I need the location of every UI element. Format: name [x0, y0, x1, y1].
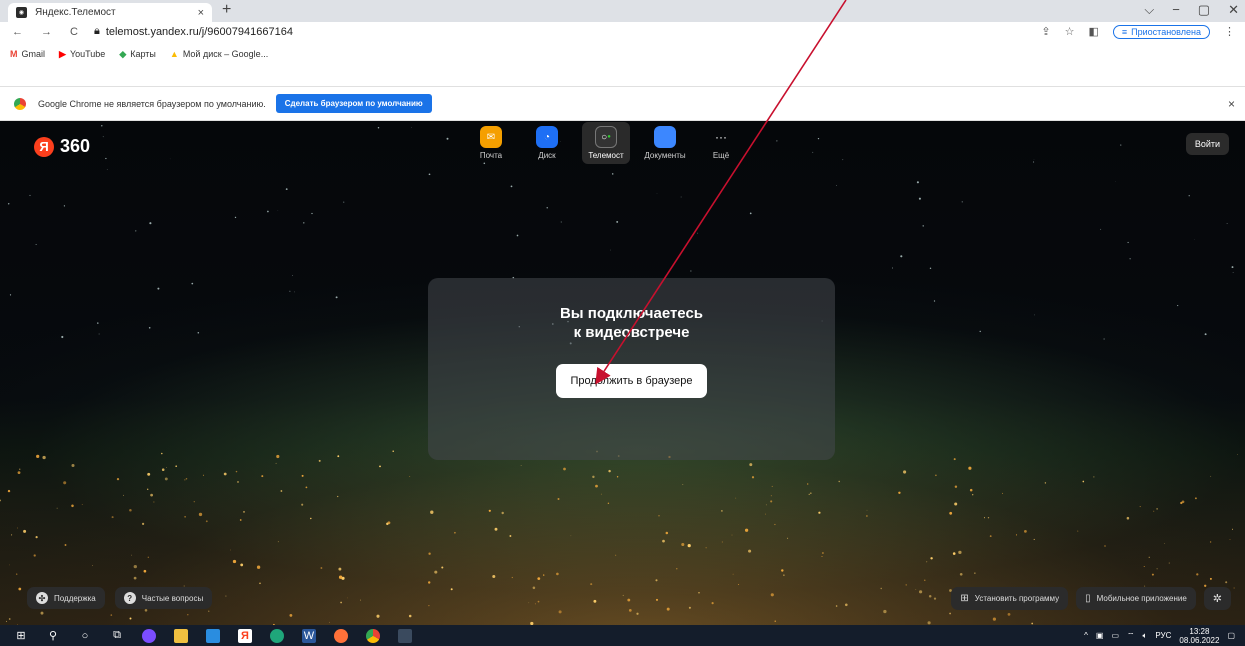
join-title: Вы подключаетесь к видеовстрече	[522, 304, 742, 342]
app-documents[interactable]: Документы	[644, 126, 686, 164]
profile-button[interactable]: ≡ Приостановлена	[1112, 24, 1210, 39]
bookmark-youtube[interactable]: ▶ YouTube	[59, 49, 105, 60]
address-bar[interactable]: 🔒︎ telemost.yandex.ru/j/96007941667164	[94, 25, 293, 38]
maximize-button[interactable]: ▢	[1198, 2, 1210, 18]
browser-tab-strip: ◉ Яндекс.Телемост × + ⌵ − ▢ ✕	[0, 0, 1245, 22]
new-tab-button[interactable]: +	[222, 1, 231, 19]
documents-icon	[654, 126, 676, 148]
continue-in-browser-button[interactable]: Продолжить в браузере	[556, 364, 707, 398]
app-disk[interactable]: ◔ Диск	[526, 126, 568, 164]
support-icon: ✣	[36, 592, 48, 604]
lock-icon: 🔒︎	[93, 25, 100, 37]
alice-icon[interactable]	[142, 628, 156, 643]
forward-arrow-icon[interactable]: →	[41, 26, 52, 38]
logo-text: 360	[60, 136, 91, 156]
volume-icon[interactable]: 🔈︎	[1143, 631, 1148, 641]
edge-icon[interactable]	[270, 628, 284, 643]
youtube-icon: ▶	[59, 49, 66, 59]
faq-button[interactable]: ? Частые вопросы	[114, 587, 213, 609]
login-button[interactable]: Войти	[1185, 133, 1229, 155]
windows-taskbar: ⊞ ⚲ ○ ⧉ Я W ^ ▣ ▭ ⌔ 🔈︎ РУС 13:28 08.06.2…	[0, 625, 1245, 646]
phone-icon: ▯	[1085, 593, 1091, 604]
app-telemost[interactable]: ○ ● Телемост	[582, 122, 630, 164]
telemost-favicon-icon: ◉	[16, 7, 27, 18]
reload-icon[interactable]: C	[70, 26, 78, 38]
file-explorer-icon[interactable]	[174, 628, 188, 643]
infobar-close-icon[interactable]: ×	[1228, 97, 1235, 111]
mobile-app-button[interactable]: ▯ Мобильное приложение	[1076, 587, 1196, 610]
tray-chevron-icon[interactable]: ^	[1084, 631, 1088, 640]
chrome-taskbar-icon[interactable]	[366, 628, 380, 643]
yandex-360-logo[interactable]: Я 360	[34, 136, 90, 157]
menu-kebab-icon[interactable]: ⋮	[1224, 25, 1235, 38]
app-more[interactable]: ··· Ещё	[700, 126, 742, 164]
telemost-icon: ○ ●	[595, 126, 617, 148]
start-windows-icon[interactable]: ⊞	[14, 629, 28, 643]
back-arrow-icon[interactable]: ←	[12, 26, 23, 38]
browser-tab[interactable]: ◉ Яндекс.Телемост ×	[8, 3, 212, 22]
services-menu: ✉ Почта ◔ Диск ○ ● Телемост Документы ···…	[470, 122, 742, 164]
maps-icon: ◆	[119, 49, 127, 59]
disk-icon: ◔	[536, 126, 558, 148]
gmail-icon: M	[10, 49, 18, 59]
clock[interactable]: 13:28 08.06.2022	[1179, 627, 1219, 645]
url-text: telemost.yandex.ru/j/96007941667164	[105, 25, 293, 38]
bookmarks-bar: M Gmail ▶ YouTube ◆ Карты ▲ Мой диск – Googl…	[0, 41, 1245, 86]
yandex-logo-icon: Я	[34, 136, 54, 157]
screenshot-root: ◉ Яндекс.Телемост × + ⌵ − ▢ ✕ ← → C 🔒︎ t…	[0, 0, 1245, 646]
google-drive-icon: ▲	[169, 49, 179, 59]
star-icon[interactable]: ☆	[1065, 25, 1075, 38]
gear-icon: ✲	[1212, 593, 1222, 605]
tray-app-icon[interactable]: ▣	[1096, 631, 1104, 640]
cortana-icon[interactable]: ○	[78, 629, 92, 643]
tab-title: Яндекс.Телемост	[35, 7, 116, 18]
settings-button[interactable]: ✲	[1203, 587, 1231, 610]
join-title-line1: Вы подключаетесь	[559, 305, 704, 322]
more-icon: ···	[715, 130, 727, 144]
tab-close-icon[interactable]: ×	[198, 7, 204, 19]
telemost-taskbar-icon[interactable]	[398, 628, 412, 643]
join-meeting-card: Вы подключаетесь к видеовстрече Продолжи…	[428, 278, 835, 460]
firefox-icon[interactable]	[334, 628, 348, 643]
close-window-button[interactable]: ✕	[1228, 2, 1239, 18]
browser-toolbar: ← → C 🔒︎ telemost.yandex.ru/j/9600794166…	[0, 22, 1245, 41]
notifications-icon[interactable]: ▢	[1227, 631, 1235, 640]
windows-icon: ⊞	[960, 593, 969, 604]
support-button[interactable]: ✣ Поддержка	[27, 587, 105, 609]
bookmark-drive[interactable]: ▲ Мой диск – Google...	[170, 49, 268, 60]
question-icon: ?	[123, 592, 136, 604]
profile-icon: ≡	[1121, 26, 1128, 37]
chrome-icon	[14, 97, 26, 110]
window-controls: ⌵ − ▢ ✕	[1144, 2, 1239, 18]
mail-app-icon[interactable]	[206, 628, 220, 643]
install-app-button[interactable]: ⊞ Установить программу	[951, 587, 1069, 610]
share-icon[interactable]: ⇪	[1041, 25, 1050, 38]
minimize-button[interactable]: −	[1172, 2, 1180, 18]
word-icon[interactable]: W	[302, 628, 316, 643]
default-browser-infobar: Google Chrome не является браузером по у…	[0, 86, 1245, 121]
app-mail[interactable]: ✉ Почта	[470, 126, 512, 164]
set-default-browser-button[interactable]: Сделать браузером по умолчанию	[275, 94, 432, 113]
profile-status: Приостановлена	[1131, 26, 1201, 37]
mail-icon: ✉	[480, 126, 502, 148]
bookmark-maps[interactable]: ◆ Карты	[119, 49, 156, 60]
search-icon[interactable]: ⚲	[46, 629, 60, 643]
join-title-line2: к видеовстрече	[573, 324, 690, 341]
battery-icon[interactable]: ▭	[1111, 631, 1119, 640]
side-panel-icon[interactable]: ◧	[1089, 25, 1099, 38]
telemost-page: Я 360 ✉ Почта ◔ Диск ○ ● Телемост Докумен…	[0, 121, 1245, 625]
network-icon[interactable]: ⌔	[1127, 631, 1135, 641]
system-tray: ^ ▣ ▭ ⌔ 🔈︎ РУС 13:28 08.06.2022 ▢	[1084, 627, 1245, 645]
bookmark-gmail[interactable]: M Gmail	[10, 49, 45, 60]
yandex-browser-icon[interactable]: Я	[238, 628, 252, 643]
language-indicator[interactable]: РУС	[1155, 631, 1171, 640]
tab-search-icon[interactable]: ⌵	[1144, 2, 1154, 18]
task-view-icon[interactable]: ⧉	[110, 629, 124, 643]
infobar-text: Google Chrome не является браузером по у…	[38, 98, 266, 109]
